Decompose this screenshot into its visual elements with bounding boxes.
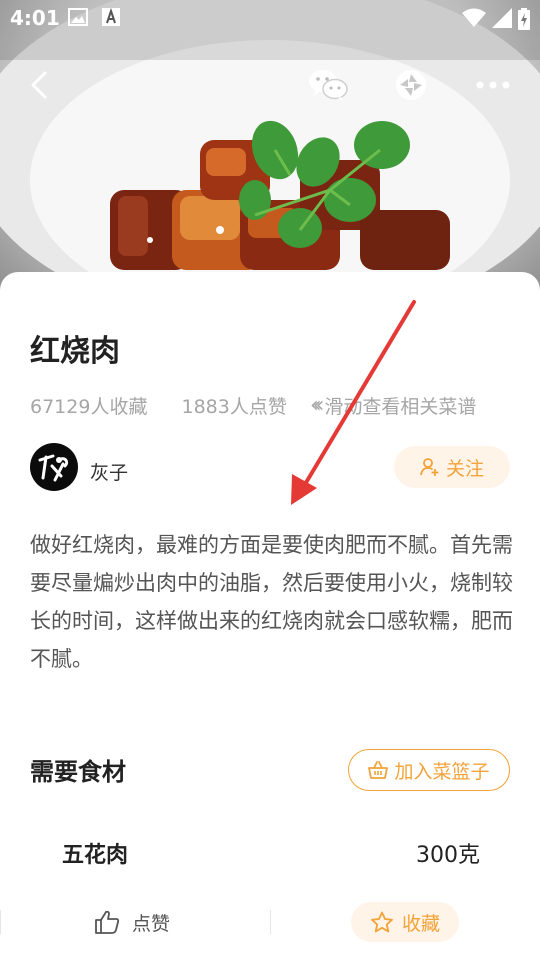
add-to-basket-label: 加入菜篮子 <box>394 760 490 783</box>
more-icon <box>476 81 510 89</box>
add-to-basket-button[interactable]: 加入菜篮子 <box>348 749 510 791</box>
ingredient-name: 五花肉 <box>62 843 129 868</box>
bar-divider-left <box>0 910 1 934</box>
battery-icon <box>518 8 530 34</box>
wifi-icon <box>462 8 486 32</box>
moments-icon <box>396 70 426 100</box>
back-arrow-icon <box>31 71 47 99</box>
follow-button[interactable]: 关注 <box>394 446 510 488</box>
status-bar: 4:01 <box>0 0 540 36</box>
gallery-notification-icon <box>68 8 88 30</box>
thumbs-up-icon <box>95 910 120 934</box>
recipe-title: 红烧肉 <box>30 334 120 369</box>
double-chevron-left-icon: ‹‹‹ <box>310 393 325 418</box>
recipe-detail-sheet: 红烧肉 67129人收藏 1883人点赞 ‹‹‹ 滑动查看相关菜谱 灰子 关注 … <box>0 272 540 960</box>
ingredients-title: 需要食材 <box>30 758 126 786</box>
recipe-description: 做好红烧肉，最难的方面是要使肉肥而不腻。首先需要尽量煸炒出肉中的油脂，然后要使用… <box>30 533 513 671</box>
status-time: 4:01 <box>10 6 60 30</box>
collect-button[interactable]: 收藏 <box>351 902 459 942</box>
follow-label: 关注 <box>445 457 484 480</box>
author-avatar[interactable] <box>30 443 78 491</box>
more-button[interactable] <box>470 62 516 108</box>
back-button[interactable] <box>16 62 62 108</box>
like-button[interactable]: 点赞 <box>94 904 170 940</box>
add-user-icon <box>420 458 439 476</box>
swipe-hint-label: 滑动查看相关菜谱 <box>324 396 477 418</box>
favorites-count: 67129人收藏 <box>30 396 148 418</box>
font-notification-icon <box>102 7 120 30</box>
author-logo-icon <box>38 454 69 482</box>
share-wechat-button[interactable] <box>305 62 351 108</box>
star-icon <box>371 911 393 933</box>
basket-icon <box>368 761 389 779</box>
wechat-icon <box>309 70 348 101</box>
swipe-related-hint[interactable]: ‹‹‹ 滑动查看相关菜谱 <box>310 392 476 419</box>
collect-label: 收藏 <box>401 912 440 935</box>
dish-photo <box>0 0 540 300</box>
ingredient-amount: 300克 <box>416 843 480 868</box>
author-name[interactable]: 灰子 <box>90 458 128 485</box>
likes-count: 1883人点赞 <box>181 396 287 418</box>
bar-divider-middle <box>270 910 271 934</box>
signal-icon <box>492 8 512 32</box>
bottom-action-bar: 点赞 收藏 <box>0 882 540 960</box>
share-moments-button[interactable] <box>388 62 434 108</box>
recipe-hero-image <box>0 0 540 300</box>
like-label: 点赞 <box>132 912 171 935</box>
recipe-stats: 67129人收藏 1883人点赞 <box>30 392 315 419</box>
